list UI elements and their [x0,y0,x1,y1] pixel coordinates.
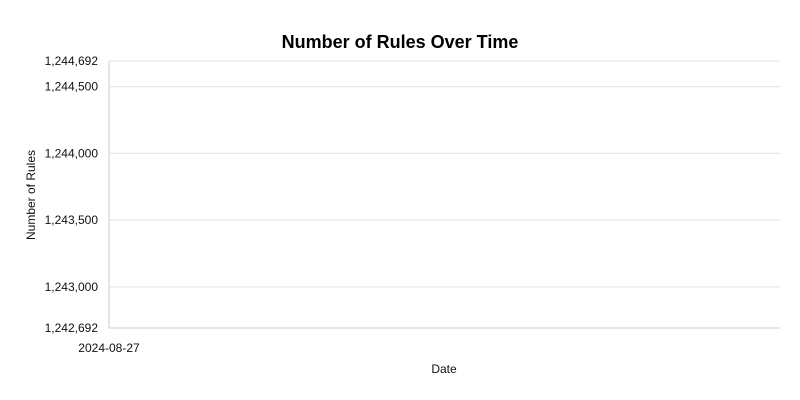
y-tick-label: 1,242,692 [45,321,99,335]
y-tick-label: 1,244,500 [45,80,99,94]
y-axis-label: Number of Rules [24,150,38,240]
y-tick-label: 1,243,000 [45,280,99,294]
x-tick-label: 2024-08-27 [78,341,140,355]
line-chart: Number of Rules Over Time 1,242,692 1,243… [24,32,780,376]
y-tick-label: 1,243,500 [45,213,99,227]
gridlines [109,60,780,329]
x-axis-label: Date [431,362,457,376]
x-tick-labels: 2024-08-27 [78,341,140,355]
y-tick-labels: 1,242,692 1,243,000 1,243,500 1,244,000 1,24… [45,54,99,335]
y-tick-label: 1,244,692 [45,54,99,68]
chart-title: Number of Rules Over Time [282,32,519,52]
y-tick-label: 1,244,000 [45,146,99,160]
